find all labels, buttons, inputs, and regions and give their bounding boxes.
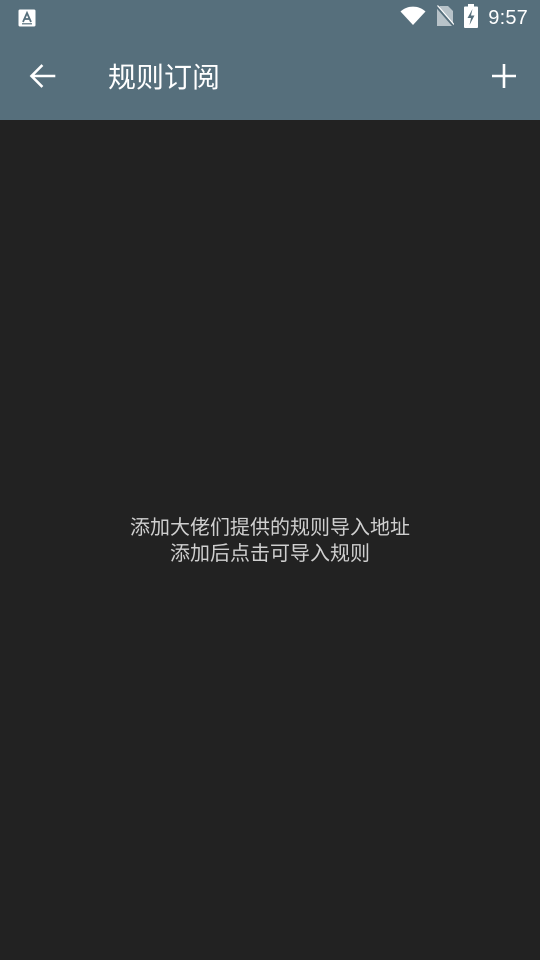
status-icons: 9:57 (400, 0, 528, 36)
arrow-left-icon (28, 62, 56, 94)
page-title: 规则订阅 (108, 61, 221, 94)
status-time: 9:57 (488, 6, 528, 29)
wifi-icon (400, 6, 426, 30)
plus-icon (490, 62, 518, 94)
status-bar: 9:57 (0, 0, 540, 36)
accessibility-a-icon (18, 9, 36, 27)
empty-state-line-1: 添加大佬们提供的规则导入地址 (130, 515, 410, 539)
battery-charging-icon (464, 4, 479, 32)
add-subscription-button[interactable] (480, 54, 528, 102)
no-sim-icon (435, 5, 455, 31)
empty-state: 添加大佬们提供的规则导入地址 添加后点击可导入规则 (0, 514, 540, 566)
screen: 9:57 规则订阅 添加大佬们提供的规则导入地址 添加后点击可导入规则 (0, 0, 540, 960)
toolbar: 规则订阅 (0, 36, 540, 120)
back-button[interactable] (18, 54, 66, 102)
empty-state-line-2: 添加后点击可导入规则 (170, 541, 370, 565)
